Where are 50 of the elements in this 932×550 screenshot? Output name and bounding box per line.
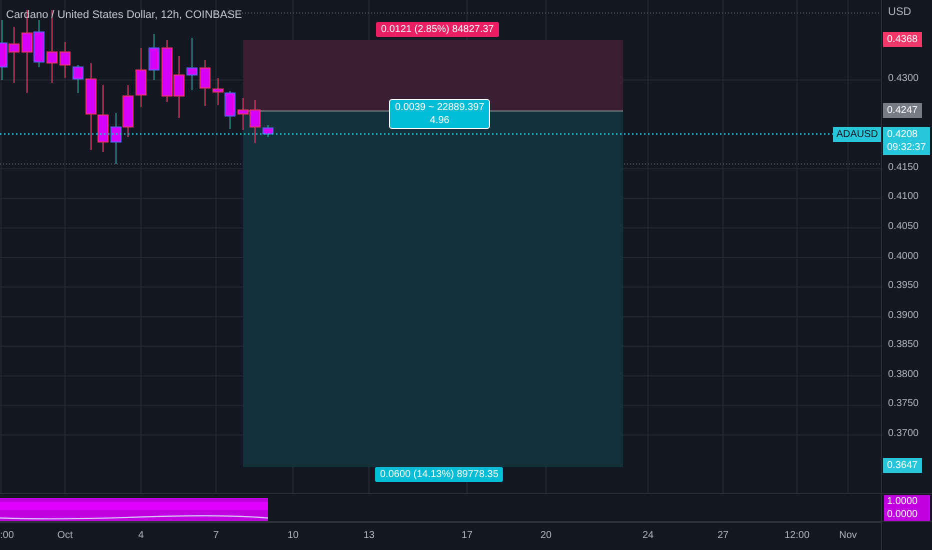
price-marker: 0.4208 09:32:37 — [883, 127, 930, 156]
candle — [110, 112, 122, 164]
price-tick: 0.4300 — [888, 73, 919, 84]
candle — [224, 90, 236, 130]
time-label: 27 — [717, 530, 729, 541]
indicator-marker: 1.0000 — [884, 494, 930, 508]
time-label: Oct — [57, 530, 73, 541]
time-label: 10 — [287, 530, 299, 541]
position-label: 0.0600 (14.13%) 89778.35 — [375, 467, 504, 482]
price-tick: 0.3750 — [888, 398, 919, 410]
price-tick: 0.3850 — [888, 339, 919, 350]
candle — [60, 42, 70, 78]
time-label: :00 — [0, 530, 14, 541]
time-label: Nov — [839, 530, 857, 541]
candle — [174, 56, 184, 118]
time-label: 24 — [642, 530, 654, 541]
price-tick: 0.3800 — [888, 368, 919, 380]
candle — [238, 98, 248, 130]
candle — [262, 124, 274, 138]
price-tick: 0.3950 — [888, 280, 919, 292]
indicator-marker: 0.0000 — [884, 508, 930, 520]
candle — [250, 100, 260, 144]
candle — [162, 40, 172, 102]
time-label: 20 — [540, 530, 552, 541]
candle — [148, 34, 160, 80]
candle — [98, 84, 108, 152]
price-tick: 0.4050 — [888, 220, 919, 232]
currency-label: USD — [888, 6, 912, 18]
time-label: 7 — [213, 530, 219, 541]
price-marker: 0.4247 — [883, 103, 922, 118]
price-tick: 0.4000 — [888, 250, 919, 262]
candle — [200, 60, 210, 106]
time-label: 17 — [461, 530, 473, 541]
time-label: 12:00 — [784, 530, 810, 541]
time-label: 4 — [138, 530, 144, 541]
price-tick: 0.4100 — [888, 191, 919, 202]
candle — [136, 48, 146, 108]
time-label: 13 — [363, 530, 375, 541]
price-tick: 0.4150 — [888, 162, 919, 173]
symbol-tag: ADAUSD — [833, 127, 881, 142]
candle — [72, 64, 84, 94]
candle — [212, 78, 224, 106]
position-label: 0.0039 ~ 22889.397 4.96 — [389, 99, 490, 129]
price-tick: 0.3700 — [888, 428, 919, 440]
candle — [186, 38, 198, 90]
candle — [122, 84, 134, 138]
price-marker: 0.4368 — [883, 32, 922, 47]
position-label: 0.0121 (2.85%) 84827.37 — [376, 22, 499, 37]
price-marker: 0.3647 — [883, 458, 922, 474]
price-tick: 0.3900 — [888, 310, 919, 321]
